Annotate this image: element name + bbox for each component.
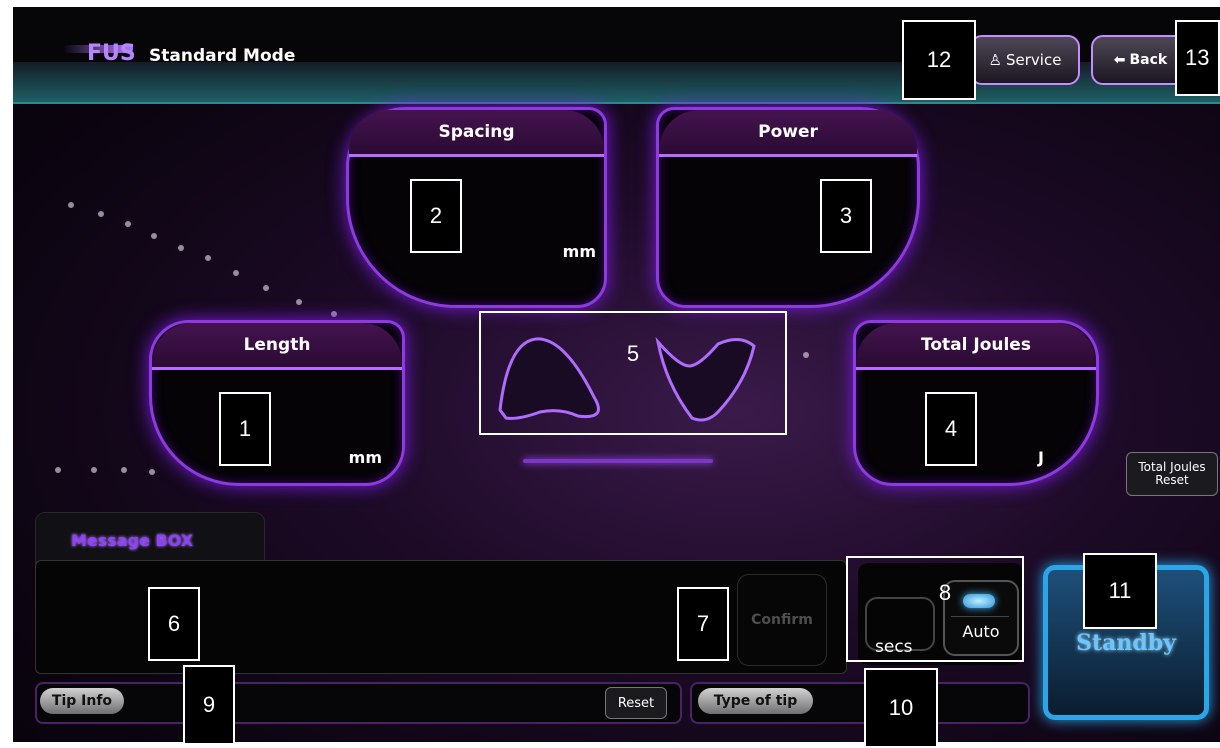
- app-logo: FUS: [87, 41, 136, 66]
- total-joules-reset-button[interactable]: Total Joules Reset: [1126, 452, 1218, 496]
- callout-12: 12: [902, 20, 976, 100]
- reset-button[interactable]: Reset: [605, 687, 667, 719]
- service-label: Service: [1006, 51, 1062, 69]
- length-title: Length: [152, 323, 402, 370]
- callout-9: 9: [183, 665, 235, 745]
- length-panel[interactable]: Length mm: [149, 320, 405, 486]
- callout-5: 5: [479, 311, 787, 435]
- mode-title: Standard Mode: [149, 46, 296, 66]
- center-divider: [523, 459, 713, 463]
- total-joules-reset-label: Total Joules Reset: [1138, 460, 1206, 487]
- power-title: Power: [659, 110, 917, 157]
- spacing-panel[interactable]: Spacing mm: [346, 107, 607, 308]
- callout-5-label: 5: [626, 341, 640, 366]
- arrow-left-icon: ⬅: [1113, 52, 1126, 68]
- confirm-button[interactable]: Confirm: [737, 574, 827, 666]
- callout-2: 2: [410, 179, 462, 253]
- callout-6: 6: [148, 587, 200, 661]
- screen: FUS Standard Mode ♙ Service ⬅ Back Spaci…: [0, 0, 1220, 748]
- total-joules-unit: J: [1038, 448, 1044, 467]
- person-icon: ♙: [988, 51, 1002, 69]
- power-panel[interactable]: Power: [656, 107, 920, 308]
- callout-10: 10: [864, 668, 938, 748]
- reset-label: Reset: [617, 695, 655, 711]
- message-box-label: Message BOX: [71, 531, 194, 550]
- spacing-unit: mm: [562, 242, 596, 261]
- callout-4: 4: [925, 392, 977, 466]
- callout-8: 8: [846, 556, 1024, 662]
- tip-info-bar: [35, 682, 682, 724]
- callout-1: 1: [219, 392, 271, 466]
- total-joules-title: Total Joules: [856, 323, 1096, 370]
- callout-11: 11: [1083, 553, 1157, 629]
- callout-3: 3: [820, 179, 872, 253]
- callout-7: 7: [677, 587, 729, 661]
- length-unit: mm: [348, 448, 382, 467]
- callout-8-label: 8: [938, 580, 952, 605]
- tip-info-label: Tip Info: [40, 688, 124, 714]
- back-label: Back: [1129, 52, 1168, 68]
- type-of-tip-label: Type of tip: [698, 688, 813, 714]
- service-button[interactable]: ♙ Service: [970, 35, 1080, 85]
- spacing-title: Spacing: [349, 110, 604, 157]
- standby-label: Standby: [1076, 629, 1176, 656]
- confirm-label: Confirm: [751, 612, 813, 628]
- callout-13: 13: [1175, 20, 1220, 96]
